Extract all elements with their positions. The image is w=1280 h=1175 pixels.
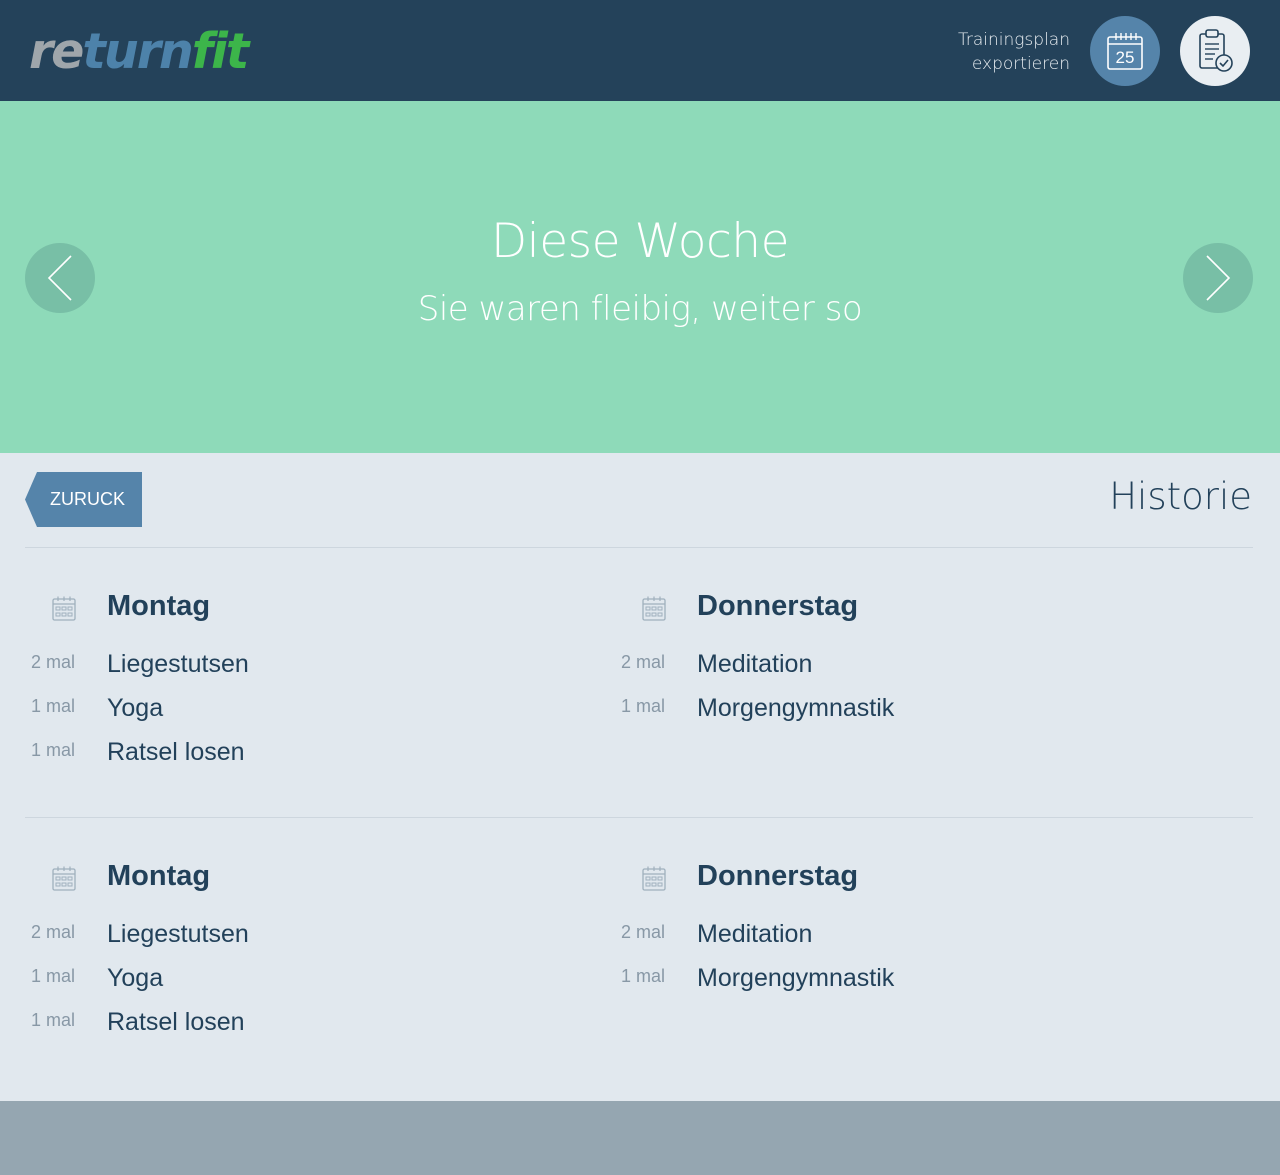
exercise-name: Liegestutsen bbox=[107, 650, 249, 678]
exercise-name: Morgengymnastik bbox=[697, 964, 895, 992]
calendar-icon bbox=[52, 866, 76, 891]
export-calendar-button[interactable]: 25 bbox=[1090, 16, 1160, 86]
divider bbox=[25, 547, 1253, 548]
next-week-button[interactable] bbox=[1183, 243, 1253, 313]
calendar-icon: 25 bbox=[1107, 33, 1143, 70]
exercise-count: 1 mal bbox=[30, 966, 75, 986]
day-name: Montag bbox=[107, 860, 211, 892]
training-plan-button[interactable] bbox=[1180, 16, 1250, 86]
export-label-line1: Trainingsplan bbox=[957, 30, 1070, 50]
exercise-name: Ratsel losen bbox=[107, 738, 245, 766]
exercise-count: 1 mal bbox=[620, 696, 665, 716]
calendar-icon bbox=[642, 596, 666, 621]
day-name: Montag bbox=[107, 590, 211, 622]
day-name: Donnerstag bbox=[697, 860, 859, 892]
logo-part-re: re bbox=[29, 23, 84, 80]
export-plan-label[interactable]: Trainingsplan exportieren bbox=[958, 28, 1070, 76]
week-summary-banner: Diese Woche Sie waren fleibig, weiter so bbox=[0, 101, 1280, 453]
exercise-name: Yoga bbox=[107, 694, 164, 722]
exercise-count: 1 mal bbox=[620, 966, 665, 986]
exercise-name: Meditation bbox=[697, 920, 813, 948]
back-button[interactable]: ZURUCK bbox=[25, 472, 142, 527]
exercise-count: 2 mal bbox=[620, 652, 665, 672]
exercise-count: 1 mal bbox=[30, 740, 75, 760]
exercise-name: Morgengymnastik bbox=[697, 694, 895, 722]
returnfit-logo[interactable]: returnfit bbox=[29, 23, 250, 80]
calendar-day-number: 25 bbox=[1116, 48, 1135, 67]
footer-bar bbox=[0, 1101, 1280, 1175]
exercise-name: Meditation bbox=[697, 650, 813, 678]
exercise-count: 2 mal bbox=[620, 922, 665, 942]
divider bbox=[25, 817, 1253, 818]
week-title: Diese Woche bbox=[490, 214, 790, 269]
chevron-right-icon bbox=[1206, 255, 1231, 301]
exercise-count: 2 mal bbox=[30, 922, 75, 942]
day-name: Donnerstag bbox=[697, 590, 859, 622]
clipboard-check-icon bbox=[1199, 29, 1233, 72]
calendar-icon bbox=[52, 596, 76, 621]
exercise-count: 1 mal bbox=[30, 1010, 75, 1030]
exercise-name: Yoga bbox=[107, 964, 164, 992]
history-section: ZURUCK Historie Montag 2 mal Liegestutse… bbox=[0, 453, 1280, 1101]
exercise-count: 2 mal bbox=[30, 652, 75, 672]
exercise-name: Liegestutsen bbox=[107, 920, 249, 948]
logo-part-fit: fit bbox=[191, 23, 250, 80]
exercise-name: Ratsel losen bbox=[107, 1008, 245, 1036]
export-label-line2: exportieren bbox=[971, 54, 1070, 74]
logo-part-turn: turn bbox=[82, 23, 193, 80]
history-title: Historie bbox=[1109, 475, 1252, 518]
app-header: returnfit Trainingsplan exportieren 25 bbox=[0, 0, 1280, 101]
exercise-count: 1 mal bbox=[30, 696, 75, 716]
calendar-icon bbox=[642, 866, 666, 891]
week-subtitle: Sie waren fleibig, weiter so bbox=[417, 289, 863, 329]
